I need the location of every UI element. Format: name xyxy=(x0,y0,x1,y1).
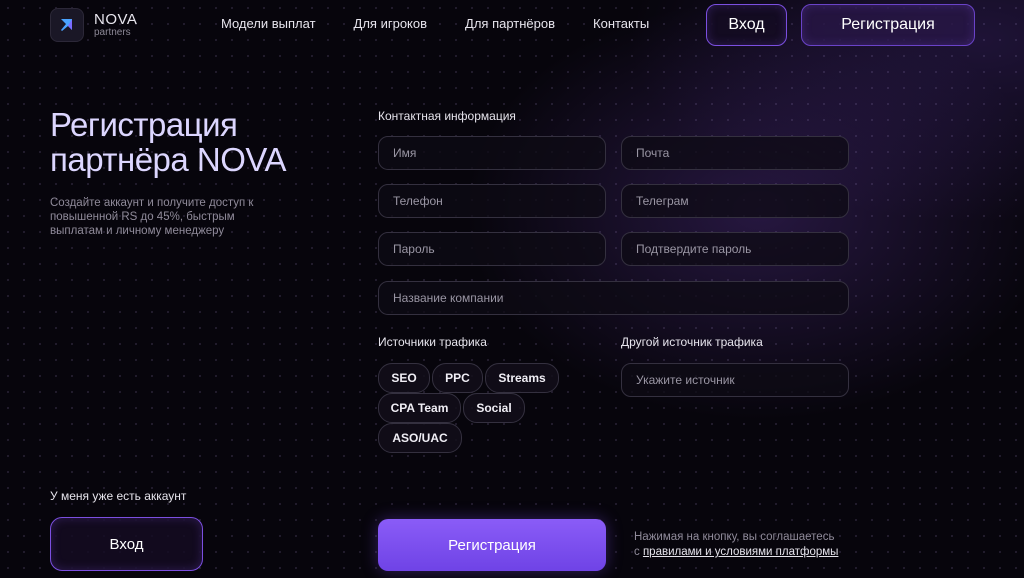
email-input[interactable] xyxy=(621,136,849,170)
page-title: Регистрация партнёра NOVA xyxy=(50,106,287,178)
main-nav: Модели выплат Для игроков Для партнёров … xyxy=(221,16,649,31)
header-login-button[interactable]: Вход xyxy=(706,4,787,46)
nav-contacts[interactable]: Контакты xyxy=(593,16,649,31)
submit-register-button[interactable]: Регистрация xyxy=(378,519,606,571)
nav-for-players[interactable]: Для игроков xyxy=(354,16,427,31)
brand-logo[interactable]: NOVA partners xyxy=(50,8,180,42)
name-input[interactable] xyxy=(378,136,606,170)
terms-text: Нажимая на кнопку, вы соглашаетесь с пра… xyxy=(634,531,839,558)
brand-sub: partners xyxy=(94,27,131,38)
login-button[interactable]: Вход xyxy=(50,517,203,571)
other-source-input[interactable] xyxy=(621,363,849,397)
header-register-button[interactable]: Регистрация xyxy=(801,4,975,46)
nav-payout-models[interactable]: Модели выплат xyxy=(221,16,316,31)
company-name-input[interactable] xyxy=(378,281,849,315)
contact-info-heading: Контактная информация xyxy=(378,109,516,123)
brand-name: NOVA xyxy=(94,11,138,28)
confirm-password-input[interactable] xyxy=(621,232,849,266)
chip-cpa-team[interactable]: CPA Team xyxy=(378,393,461,423)
chip-aso-uac[interactable]: ASO/UAC xyxy=(378,423,462,453)
have-account-label: У меня уже есть аккаунт xyxy=(50,489,187,503)
chip-social[interactable]: Social xyxy=(463,393,525,423)
chip-ppc[interactable]: PPC xyxy=(432,363,483,393)
logo-mark-icon xyxy=(50,8,84,42)
telegram-input[interactable] xyxy=(621,184,849,218)
nav-for-partners[interactable]: Для партнёров xyxy=(465,16,555,31)
chip-streams[interactable]: Streams xyxy=(485,363,559,393)
phone-input[interactable] xyxy=(378,184,606,218)
traffic-sources-heading: Источники трафика xyxy=(378,335,487,349)
chip-seo[interactable]: SEO xyxy=(378,363,430,393)
other-source-heading: Другой источник трафика xyxy=(621,335,763,349)
terms-link[interactable]: правилами и условиями платформы xyxy=(643,546,838,558)
password-input[interactable] xyxy=(378,232,606,266)
page-subtitle: Создайте аккаунт и получите доступ к пов… xyxy=(50,197,254,237)
